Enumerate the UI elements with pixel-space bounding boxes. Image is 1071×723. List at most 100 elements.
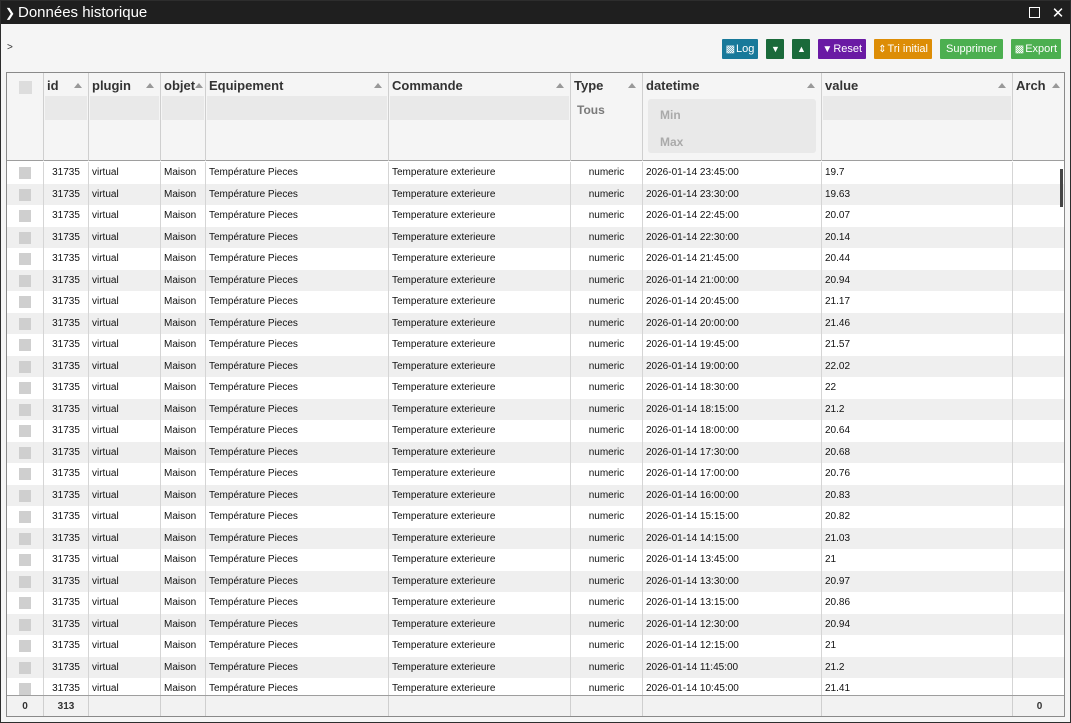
table-row[interactable]: 31735 virtual Maison Température Pieces Temp… — [7, 248, 1064, 270]
expand-all-button[interactable]: ▼ — [766, 39, 785, 59]
header-id[interactable]: id — [44, 73, 89, 161]
datetime-min-input[interactable]: Min — [660, 108, 681, 122]
row-checkbox[interactable] — [19, 317, 31, 330]
row-checkbox[interactable] — [19, 575, 31, 588]
sort-arrow-icon[interactable] — [1052, 83, 1060, 88]
table-row[interactable]: 31735 virtual Maison Température Pieces Temp… — [7, 355, 1064, 377]
cell-arch — [1013, 485, 1064, 507]
supprimer-button[interactable]: Supprimer — [940, 39, 1003, 59]
row-checkbox[interactable] — [19, 683, 31, 695]
cell-equipement: Température Pieces — [206, 484, 389, 506]
row-checkbox[interactable] — [19, 425, 31, 437]
header-commande[interactable]: Commande — [389, 73, 571, 161]
row-checkbox[interactable] — [19, 532, 31, 545]
row-checkbox[interactable] — [19, 167, 31, 179]
sort-arrow-icon[interactable] — [998, 83, 1006, 88]
row-checkbox[interactable] — [19, 618, 31, 631]
table-row[interactable]: 31735 virtual Maison Température Pieces Temp… — [7, 635, 1064, 657]
cell-value: 20.86 — [822, 592, 1013, 614]
filter-type-select[interactable]: Tous — [577, 103, 605, 117]
table-row[interactable]: 31735 virtual Maison Température Pieces Temp… — [7, 549, 1064, 571]
select-all-checkbox[interactable] — [19, 81, 32, 94]
sort-arrow-icon[interactable] — [374, 83, 382, 88]
filter-id[interactable] — [45, 96, 87, 120]
tri-initial-button[interactable]: ⇕ Tri initial — [874, 39, 932, 59]
header-type[interactable]: Type Tous — [571, 73, 643, 161]
table-row[interactable]: 31735 virtual Maison Température Pieces Temp… — [7, 484, 1064, 507]
collapse-all-button[interactable]: ▲ — [792, 39, 811, 59]
filter-objet[interactable] — [162, 96, 204, 120]
row-checkbox[interactable] — [19, 360, 31, 373]
sort-arrow-icon[interactable] — [146, 83, 154, 88]
vertical-scrollbar[interactable] — [1060, 169, 1063, 207]
log-button[interactable]: ▩ Log — [721, 39, 759, 59]
cell-plugin: virtual — [89, 656, 161, 678]
table-row[interactable]: 31735 virtual Maison Température Pieces Temp… — [7, 398, 1064, 420]
row-checkbox[interactable] — [19, 210, 31, 222]
header-value[interactable]: value — [822, 73, 1013, 161]
row-checkbox[interactable] — [19, 661, 31, 674]
row-checkbox[interactable] — [19, 468, 31, 480]
double-chevron-up-icon: ▲ — [796, 44, 806, 54]
row-checkbox[interactable] — [19, 511, 31, 523]
cell-commande: Temperature exterieure — [389, 463, 571, 485]
table-row[interactable]: 31735 virtual Maison Température Pieces Temp… — [7, 291, 1064, 313]
table-row[interactable]: 31735 virtual Maison Température Pieces Temp… — [7, 678, 1064, 696]
cell-id: 31735 — [44, 463, 89, 485]
table-row[interactable]: 31735 virtual Maison Température Pieces Temp… — [7, 463, 1064, 485]
datetime-max-input[interactable]: Max — [660, 135, 683, 149]
table-row[interactable]: 31735 virtual Maison Température Pieces Temp… — [7, 183, 1064, 205]
sort-arrow-icon[interactable] — [195, 83, 203, 88]
export-button[interactable]: ▩ Export — [1010, 39, 1061, 59]
table-row[interactable]: 31735 virtual Maison Température Pieces Temp… — [7, 613, 1064, 635]
sort-arrow-icon[interactable] — [807, 83, 815, 88]
table-row[interactable]: 31735 virtual Maison Température Pieces Temp… — [7, 312, 1064, 334]
filter-plugin[interactable] — [90, 96, 159, 120]
table-row[interactable]: 31735 virtual Maison Température Pieces Temp… — [7, 506, 1064, 528]
cell-type: numeric — [571, 527, 643, 549]
row-checkbox[interactable] — [19, 640, 31, 652]
cell-type: numeric — [571, 205, 643, 227]
table-row[interactable]: 31735 virtual Maison Température Pieces Temp… — [7, 570, 1064, 592]
cell-arch — [1013, 248, 1064, 270]
row-checkbox[interactable] — [19, 489, 31, 502]
table-row[interactable]: 31735 virtual Maison Température Pieces Temp… — [7, 162, 1064, 184]
table-row[interactable]: 31735 virtual Maison Température Pieces Temp… — [7, 656, 1064, 678]
table-row[interactable]: 31735 virtual Maison Température Pieces Temp… — [7, 527, 1064, 549]
header-arch[interactable]: Arch — [1013, 73, 1064, 161]
filter-equipement[interactable] — [207, 96, 387, 120]
table-row[interactable]: 31735 virtual Maison Température Pieces Temp… — [7, 420, 1064, 442]
row-checkbox[interactable] — [19, 339, 31, 351]
sort-arrow-icon[interactable] — [628, 83, 636, 88]
filter-commande[interactable] — [390, 96, 569, 120]
header-equipement[interactable]: Equipement — [206, 73, 389, 161]
maximize-button[interactable] — [1022, 1, 1046, 24]
row-checkbox[interactable] — [19, 446, 31, 459]
header-datetime[interactable]: datetime Min Max — [643, 73, 822, 161]
close-button[interactable]: ✕ — [1046, 1, 1070, 24]
table-row[interactable]: 31735 virtual Maison Température Pieces Temp… — [7, 441, 1064, 463]
header-plugin[interactable]: plugin — [89, 73, 161, 161]
table-row[interactable]: 31735 virtual Maison Température Pieces Temp… — [7, 269, 1064, 291]
row-checkbox[interactable] — [19, 231, 31, 244]
row-checkbox[interactable] — [19, 274, 31, 287]
collapse-chevron-icon[interactable]: ❯ — [2, 6, 18, 20]
sort-arrow-icon[interactable] — [74, 83, 82, 88]
row-checkbox[interactable] — [19, 554, 31, 566]
sort-arrow-icon[interactable] — [556, 83, 564, 88]
row-checkbox[interactable] — [19, 188, 31, 201]
header-objet[interactable]: objet — [161, 73, 206, 161]
table-row[interactable]: 31735 virtual Maison Température Pieces Temp… — [7, 592, 1064, 614]
table-row[interactable]: 31735 virtual Maison Température Pieces Temp… — [7, 226, 1064, 248]
row-checkbox[interactable] — [19, 597, 31, 609]
table-row[interactable]: 31735 virtual Maison Température Pieces Temp… — [7, 334, 1064, 356]
row-checkbox[interactable] — [19, 382, 31, 394]
table-row[interactable]: 31735 virtual Maison Température Pieces Temp… — [7, 205, 1064, 227]
row-checkbox[interactable] — [19, 403, 31, 416]
row-checkbox[interactable] — [19, 296, 31, 308]
filter-value[interactable] — [823, 96, 1011, 120]
row-checkbox[interactable] — [19, 253, 31, 265]
table-row[interactable]: 31735 virtual Maison Température Pieces Temp… — [7, 377, 1064, 399]
header-select-all[interactable] — [7, 73, 44, 161]
reset-button[interactable]: ▼ Reset — [818, 39, 867, 59]
